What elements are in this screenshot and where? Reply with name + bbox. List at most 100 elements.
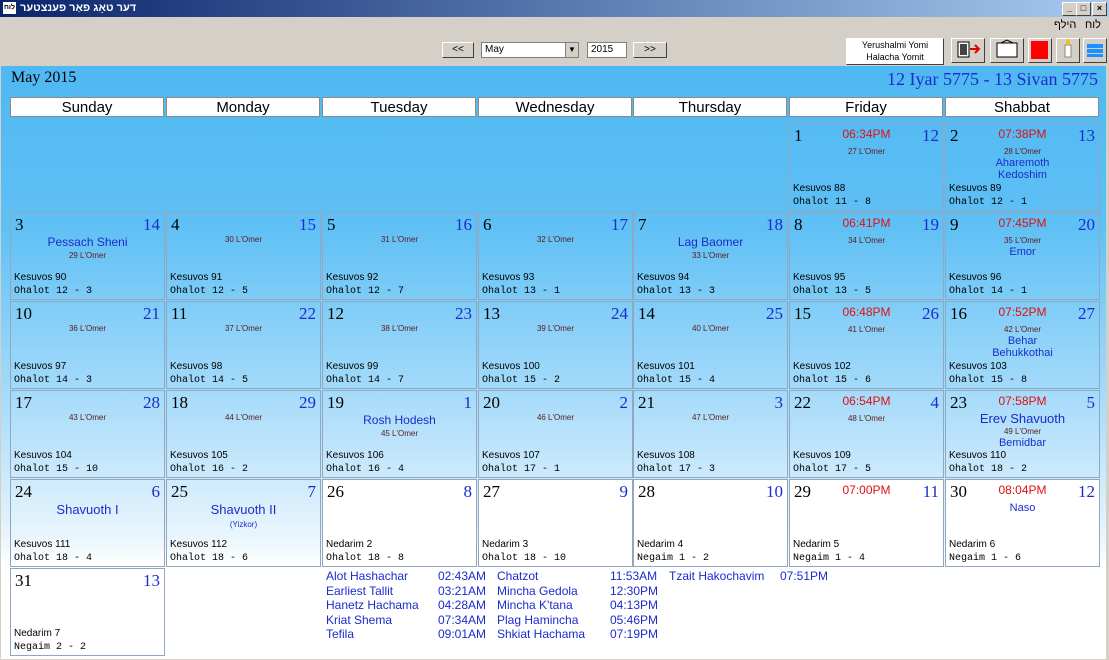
day-header-monday: Monday [166, 97, 320, 117]
day-cell[interactable]: 18 29 44 L'Omer Kesuvos 105 Ohalot 16 - 2 [166, 390, 321, 478]
mishna-yomi: Ohalot 15 - 2 [482, 375, 561, 386]
hebrew-day-number: 10 [766, 482, 783, 501]
hebrew-day-number: 24 [611, 304, 628, 323]
day-cell[interactable]: 8 19 06:41PM 34 L'Omer Kesuvos 95 Ohalot 13 -… [789, 212, 944, 300]
menu-bar: הילף לוח [0, 17, 1109, 34]
close-button[interactable]: × [1092, 2, 1107, 16]
daf-yomi: Kesuvos 95 [793, 272, 846, 283]
day-cell[interactable]: 20 2 46 L'Omer Kesuvos 107 Ohalot 17 - 1 [478, 390, 633, 478]
print-button[interactable] [990, 38, 1024, 63]
hebrew-day-number: 14 [143, 215, 160, 234]
minimize-button[interactable]: _ [1062, 2, 1077, 16]
hebrew-day-number: 7 [307, 482, 317, 501]
halacha-label: Halacha Yomit [866, 52, 924, 62]
day-number: 18 [171, 393, 188, 412]
zman-time: 07:34AM [438, 612, 487, 627]
parsha-name: Kedoshim [998, 169, 1047, 181]
exit-button[interactable] [951, 38, 985, 63]
day-header-friday: Friday [789, 97, 943, 117]
day-cell[interactable]: 9 20 07:45PM 35 L'Omer Emor Kesuvos 96 Ohalot … [945, 212, 1100, 300]
day-cell[interactable]: 4 15 30 L'Omer Kesuvos 91 Ohalot 12 - 5 [166, 212, 321, 300]
day-cell[interactable]: 26 8 Nedarim 2 Ohalot 18 - 8 [322, 479, 477, 567]
omer-count: 43 L'Omer [68, 413, 107, 422]
maximize-button[interactable]: □ [1076, 2, 1091, 16]
candle-time: 06:41PM [842, 216, 891, 230]
month-select[interactable]: May ▼ [481, 42, 579, 58]
day-cell[interactable]: 2 13 07:38PM 28 L'Omer Aharemoth Kedoshim Kesu… [945, 123, 1100, 211]
toolbar: << May ▼ 2015 >> Yerushalmi Yomi Halacha… [0, 34, 1109, 66]
year-field[interactable]: 2015 [587, 42, 627, 58]
daf-yomi: Kesuvos 111 [14, 539, 71, 550]
next-month-button[interactable]: >> [633, 42, 667, 58]
day-cell[interactable]: 15 26 06:48PM 41 L'Omer Kesuvos 102 Ohalot 15… [789, 301, 944, 389]
daf-yomi: Kesuvos 112 [170, 539, 228, 550]
mishna-yomi: Ohalot 15 - 6 [793, 375, 872, 386]
omer-count: 36 L'Omer [68, 324, 107, 333]
window-title: דער טאָג פאַר פענצטער [20, 2, 137, 14]
holiday-label: Pessach Sheni [47, 235, 128, 249]
hebrew-date-range: 12 Iyar 5775 - 13 Sivan 5775 [887, 69, 1098, 89]
stack-icon [1087, 44, 1103, 57]
candle-time: 06:34PM [842, 127, 891, 141]
daf-yomi: Kesuvos 103 [949, 361, 1007, 372]
daf-yomi: Kesuvos 101 [637, 361, 695, 372]
daf-yomi: Kesuvos 100 [482, 361, 540, 372]
day-number: 21 [638, 393, 655, 412]
daf-yomi: Kesuvos 106 [326, 450, 384, 461]
hebrew-day-number: 8 [463, 482, 473, 501]
day-cell[interactable]: 13 24 39 L'Omer Kesuvos 100 Ohalot 15 - 2 [478, 301, 633, 389]
mishna-yomi: Negaim 1 - 4 [793, 553, 866, 564]
omer-count: 42 L'Omer [1003, 325, 1042, 334]
omer-count: 48 L'Omer [847, 414, 886, 423]
day-cell[interactable]: 19 1 Rosh Hodesh 45 L'Omer Kesuvos 106 Ohalot… [322, 390, 477, 478]
chevron-down-icon[interactable]: ▼ [565, 43, 578, 57]
day-cell[interactable]: 16 27 07:52PM 42 L'Omer Behar Behukkothai Kesu… [945, 301, 1100, 389]
zman-name: Kriat Shema [326, 612, 393, 627]
day-cell[interactable]: 17 28 43 L'Omer Kesuvos 104 Ohalot 15 - 10 [10, 390, 165, 478]
day-cell[interactable]: 11 22 37 L'Omer Kesuvos 98 Ohalot 14 - 5 [166, 301, 321, 389]
day-cell[interactable]: 12 23 38 L'Omer Kesuvos 99 Ohalot 14 - 7 [322, 301, 477, 389]
mishna-yomi: Ohalot 13 - 5 [793, 286, 872, 297]
day-cell[interactable]: 28 10 Nedarim 4 Negaim 1 - 2 [633, 479, 788, 567]
day-number: 19 [327, 393, 344, 412]
day-cell[interactable]: 29 11 07:00PM Nedarim 5 Negaim 1 - 4 [789, 479, 944, 567]
mishna-yomi: Ohalot 13 - 3 [637, 286, 716, 297]
mishna-yomi: Ohalot 12 - 7 [326, 286, 405, 297]
day-cell[interactable]: 30 12 08:04PM Naso Nedarim 6 Negaim 1 - 6 [945, 479, 1100, 567]
zman-time: 04:13PM [610, 598, 659, 612]
daf-yomi: Kesuvos 96 [949, 272, 1002, 283]
day-cell[interactable]: 25 7 Shavuoth II (Yizkor) Kesuvos 112 Ohalot … [166, 479, 321, 567]
day-cell[interactable]: 24 6 Shavuoth I Kesuvos 111 Ohalot 18 - 4 [10, 479, 165, 567]
day-cell[interactable]: 10 21 36 L'Omer Kesuvos 97 Ohalot 14 - 3 [10, 301, 165, 389]
day-cell[interactable]: 3 14 Pessach Sheni 29 L'Omer Kesuvos 90 Ohalo… [10, 212, 165, 300]
omer-count: 38 L'Omer [380, 324, 419, 333]
day-cell[interactable]: 27 9 Nedarim 3 Ohalot 18 - 10 [478, 479, 633, 567]
mishna-yomi: Ohalot 14 - 1 [949, 286, 1028, 297]
day-cell[interactable]: 31 13 Nedarim 7 Negaim 2 - 2 [10, 568, 165, 656]
candle-button[interactable] [1056, 38, 1080, 63]
daf-yomi: Kesuvos 93 [482, 272, 535, 283]
day-cell[interactable]: 14 25 40 L'Omer Kesuvos 101 Ohalot 15 - 4 [633, 301, 788, 389]
red-square-button[interactable] [1028, 38, 1052, 63]
hebrew-day-number: 17 [611, 215, 628, 234]
day-number: 11 [171, 304, 188, 323]
hebrew-day-number: 23 [455, 304, 472, 323]
day-number: 14 [638, 304, 655, 323]
menu-item-help[interactable]: הילף [1054, 19, 1076, 31]
day-cell[interactable]: 5 16 31 L'Omer Kesuvos 92 Ohalot 12 - 7 [322, 212, 477, 300]
day-cell[interactable]: 23 5 07:58PM Erev Shavuoth 49 L'Omer Bemidbar… [945, 390, 1100, 478]
day-cell[interactable]: 21 3 47 L'Omer Kesuvos 108 Ohalot 17 - 3 [633, 390, 788, 478]
learning-schedule-button[interactable]: Yerushalmi Yomi Halacha Yomit [846, 38, 944, 65]
day-cell[interactable]: 22 4 06:54PM 48 L'Omer Kesuvos 109 Ohalot 17 … [789, 390, 944, 478]
daf-yomi: Kesuvos 102 [793, 361, 851, 372]
daf-yomi: Nedarim 6 [949, 539, 996, 550]
prev-month-button[interactable]: << [442, 42, 474, 58]
menu-item-calendar[interactable]: לוח [1085, 19, 1101, 31]
day-cell[interactable]: 1 12 06:34PM 27 L'Omer Kesuvos 88 Ohalot 11 -… [789, 123, 944, 211]
stack-button[interactable] [1083, 38, 1107, 63]
month-select-value: May [485, 44, 504, 55]
zman-name: Mincha Gedola [497, 583, 578, 598]
day-cell[interactable]: 7 18 Lag Baomer 33 L'Omer Kesuvos 94 Ohalot 1… [633, 212, 788, 300]
day-cell[interactable]: 6 17 32 L'Omer Kesuvos 93 Ohalot 13 - 1 [478, 212, 633, 300]
yerushalmi-label: Yerushalmi Yomi [861, 40, 929, 50]
